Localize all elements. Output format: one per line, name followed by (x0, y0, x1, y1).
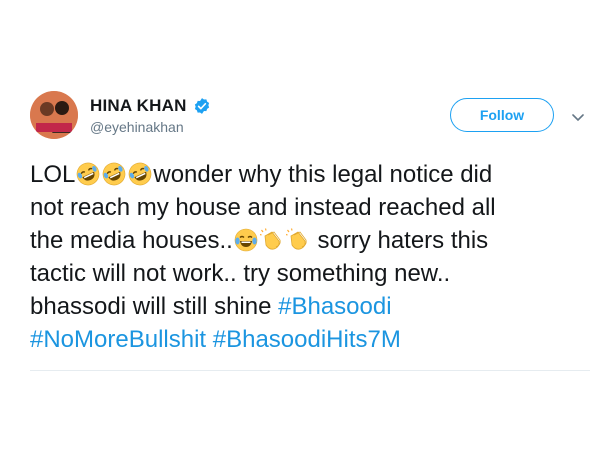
tweet-line: not reach my house and instead reached a… (30, 191, 590, 224)
follow-button[interactable]: Follow (450, 98, 554, 132)
verified-badge-icon (193, 97, 211, 115)
tweet-text-segment: tactic will not work.. try something new… (30, 260, 451, 287)
tweet-text-segment: not reach my house and instead reached a… (30, 194, 496, 221)
tweet-line: #NoMoreBullshit #BhasoodiHits7M (30, 323, 590, 356)
clapping-hands-emoji-icon (260, 228, 284, 252)
tweet-card: HINA KHAN @eyehinakhan Follow LOL wonder … (0, 0, 600, 450)
hashtag-link[interactable]: #NoMoreBullshit (30, 326, 206, 353)
hashtag-link[interactable]: #Bhasoodi (278, 293, 391, 320)
rofl-emoji-icon (102, 162, 126, 186)
tears-of-joy-emoji-icon (234, 228, 258, 252)
hashtag-link[interactable]: #BhasoodiHits7M (213, 326, 401, 353)
tweet-text-segment: bhassodi will still shine (30, 293, 279, 320)
tweet-text-segment: wonder why this legal notice did (153, 161, 493, 188)
tweet-text-segment: LOL (30, 161, 76, 188)
user-handle[interactable]: @eyehinakhan (90, 119, 184, 135)
tweet-text-segment: sorry haters this (310, 227, 489, 254)
rofl-emoji-icon (76, 162, 100, 186)
tweet-line: LOL wonder why this legal notice did (30, 158, 590, 191)
clapping-hands-emoji-icon (286, 228, 310, 252)
tweet-text: LOL wonder why this legal notice did not … (30, 158, 590, 356)
tweet-line: the media houses.. sorry haters this (30, 224, 590, 257)
author-name-row: HINA KHAN (90, 96, 211, 116)
avatar[interactable] (30, 91, 78, 139)
tweet-text-segment: the media houses.. (30, 227, 233, 254)
rofl-emoji-icon (128, 162, 152, 186)
tweet-line: tactic will not work.. try something new… (30, 257, 590, 290)
tweet-line: bhassodi will still shine #Bhasoodi (30, 290, 590, 323)
divider (30, 370, 590, 371)
display-name[interactable]: HINA KHAN (90, 96, 187, 116)
chevron-down-icon[interactable] (572, 110, 584, 122)
